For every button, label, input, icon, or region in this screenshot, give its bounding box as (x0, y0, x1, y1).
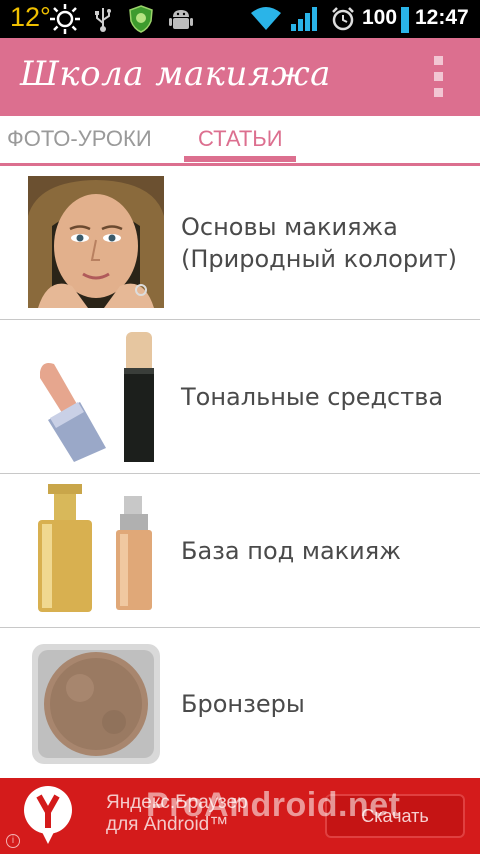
yandex-browser-logo-icon (22, 784, 74, 850)
ad-banner[interactable]: Яндекс.Браузер для Android™ Скачать ProA… (0, 778, 480, 854)
list-item[interactable]: Бронзеры (0, 628, 480, 777)
article-title: Тональные средства (181, 383, 444, 411)
status-bar: 12° 100 12:47 (0, 0, 480, 38)
app-bar: Школа макияжа (0, 38, 480, 116)
bronzer-powder-jar-thumbnail (28, 638, 164, 770)
tab-bar: ФОТО-УРОКИ СТАТЬИ (0, 116, 480, 166)
list-item[interactable]: Тональные средства (0, 320, 480, 474)
app-title: Школа макияжа (20, 54, 331, 94)
usb-icon (94, 5, 112, 37)
sun-icon (48, 3, 82, 39)
battery-level-text: 100 (362, 6, 398, 29)
signal-icon (290, 6, 318, 36)
ad-info-icon[interactable]: i (6, 834, 20, 848)
temperature-text: 12° (10, 2, 51, 32)
shield-app-icon (128, 5, 154, 37)
tab-selected-indicator (184, 156, 296, 162)
lipstick-and-concealer-thumbnail (28, 330, 164, 462)
article-title: Основы макияжа (Природный колорит) (181, 213, 457, 273)
overflow-menu-icon[interactable] (430, 56, 446, 98)
foundation-bottles-thumbnail (28, 484, 164, 616)
article-title: База под макияж (181, 537, 401, 565)
android-debug-icon (168, 6, 194, 36)
article-title: Бронзеры (181, 690, 305, 718)
list-item[interactable]: База под макияж (0, 474, 480, 628)
face-portrait-thumbnail (28, 176, 164, 308)
clock-text: 12:47 (415, 6, 469, 29)
battery-icon (400, 7, 410, 37)
list-item[interactable]: Основы макияжа (Природный колорит) (0, 166, 480, 320)
tab-photo-lessons[interactable]: ФОТО-УРОКИ (7, 126, 152, 152)
tab-articles[interactable]: СТАТЬИ (198, 126, 283, 152)
wifi-icon (250, 5, 282, 35)
watermark-text: ProAndroid.net (146, 786, 401, 824)
alarm-icon (330, 6, 356, 36)
article-list: Основы макияжа (Природный колорит) Тонал… (0, 166, 480, 777)
